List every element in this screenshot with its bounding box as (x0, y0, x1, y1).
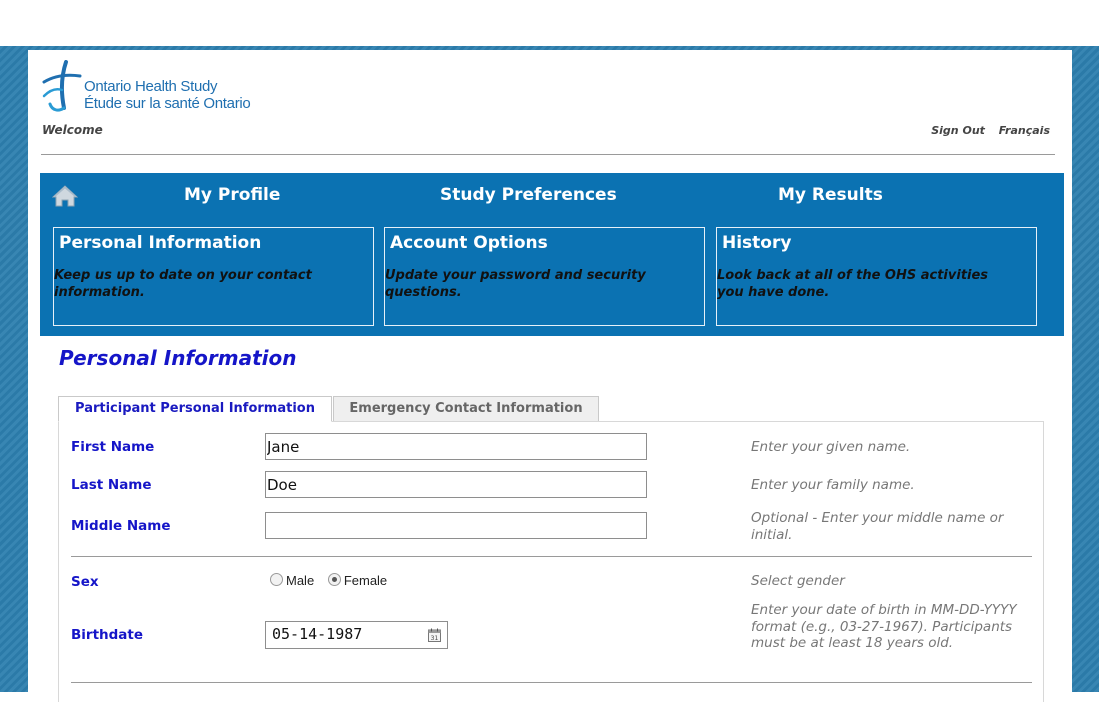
form-panel (58, 421, 1044, 702)
first-name-label: First Name (71, 439, 155, 455)
card-title: History (722, 233, 792, 253)
logo-text-fr: Étude sur la santé Ontario (84, 95, 251, 112)
birthdate-input[interactable] (268, 623, 422, 645)
logo-text-en: Ontario Health Study (84, 78, 218, 95)
card-description: Keep us up to date on your contact infor… (54, 268, 312, 300)
language-link[interactable]: Français (999, 124, 1050, 137)
card-title: Account Options (390, 233, 548, 253)
tab-participant-personal-information[interactable]: Participant Personal Information (58, 396, 332, 422)
first-name-input[interactable] (265, 433, 647, 460)
sex-radio-group: Male Female (270, 573, 397, 588)
sex-radio-female[interactable] (327, 573, 341, 586)
card-description: Update your password and security questi… (385, 268, 646, 300)
home-icon[interactable] (51, 185, 79, 211)
nav-tab-study-preferences[interactable]: Study Preferences (440, 185, 617, 205)
svg-text:31: 31 (431, 635, 439, 642)
last-name-input[interactable] (265, 471, 647, 498)
form-divider (71, 682, 1032, 683)
page-container: Ontario Health Study Étude sur la santé … (28, 50, 1072, 702)
logo[interactable]: Ontario Health Study Étude sur la santé … (40, 60, 260, 114)
sex-label: Sex (71, 574, 99, 590)
main-nav: My Profile Study Preferences My Results … (40, 173, 1064, 336)
middle-name-hint: Optional - Enter your middle name or ini… (751, 510, 1004, 543)
card-title: Personal Information (59, 233, 262, 253)
page-title: Personal Information (59, 346, 297, 370)
nav-tab-my-profile[interactable]: My Profile (184, 185, 280, 205)
last-name-label: Last Name (71, 477, 152, 493)
sex-option-female: Female (343, 573, 388, 588)
birthdate-field: 31 (265, 621, 448, 649)
middle-name-input[interactable] (265, 512, 647, 539)
middle-name-label: Middle Name (71, 518, 171, 534)
first-name-hint: Enter your given name. (751, 439, 911, 455)
welcome-text: Welcome (42, 123, 103, 137)
card-account-options[interactable]: Account Options Update your password and… (384, 227, 705, 326)
top-links: Sign Out Français (921, 124, 1050, 137)
birthdate-label: Birthdate (71, 627, 144, 643)
logo-mark-icon (42, 60, 82, 112)
card-history[interactable]: History Look back at all of the OHS acti… (716, 227, 1037, 326)
birthdate-hint: Enter your date of birth in MM-DD-YYYY f… (751, 602, 1017, 651)
sex-hint: Select gender (751, 573, 845, 589)
last-name-hint: Enter your family name. (751, 477, 915, 493)
sign-out-link[interactable]: Sign Out (931, 124, 985, 137)
tab-emergency-contact-information[interactable]: Emergency Contact Information (333, 396, 599, 422)
card-personal-information[interactable]: Personal Information Keep us up to date … (53, 227, 374, 326)
header-divider (41, 154, 1055, 155)
sex-radio-male[interactable] (270, 573, 283, 586)
card-description: Look back at all of the OHS activities y… (717, 268, 989, 300)
form-divider (71, 556, 1032, 557)
calendar-icon[interactable]: 31 (428, 627, 441, 646)
sex-option-male: Male (286, 573, 315, 588)
nav-tab-my-results[interactable]: My Results (778, 185, 883, 205)
